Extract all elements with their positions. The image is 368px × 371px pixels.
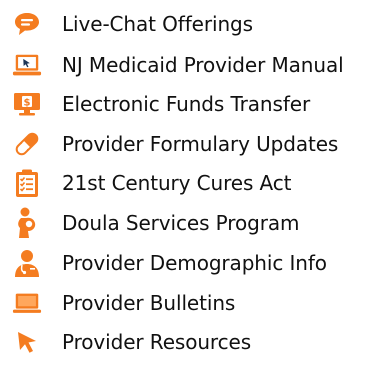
link-electronic-funds-transfer[interactable]: $ Electronic Funds Transfer [0, 84, 368, 124]
link-label: Provider Demographic Info [62, 251, 327, 275]
link-21st-century-cures-act[interactable]: 21st Century Cures Act [0, 163, 368, 203]
link-label: NJ Medicaid Provider Manual [62, 53, 344, 77]
mother-baby-icon [12, 207, 42, 238]
link-doula-services-program[interactable]: Doula Services Program [0, 203, 368, 243]
link-nj-medicaid-provider-manual[interactable]: NJ Medicaid Provider Manual [0, 45, 368, 85]
link-provider-bulletins[interactable]: Provider Bulletins [0, 283, 368, 323]
pill-capsule-icon [12, 129, 42, 159]
link-provider-formulary-updates[interactable]: Provider Formulary Updates [0, 124, 368, 164]
monitor-dollar-icon: $ [12, 89, 42, 119]
link-label: Doula Services Program [62, 211, 300, 235]
laptop-cursor-icon [12, 50, 42, 80]
link-label: Provider Bulletins [62, 291, 236, 315]
link-label: Provider Resources [62, 330, 252, 354]
link-live-chat-offerings[interactable]: Live-Chat Offerings [0, 4, 368, 44]
laptop-icon [12, 288, 42, 318]
link-label: Electronic Funds Transfer [62, 92, 311, 116]
link-label: 21st Century Cures Act [62, 171, 292, 195]
chat-bubble-icon [12, 9, 42, 39]
cursor-arrow-icon [12, 327, 42, 357]
link-provider-resources[interactable]: Provider Resources [0, 322, 368, 362]
link-provider-demographic-info[interactable]: Provider Demographic Info [0, 243, 368, 283]
clipboard-checklist-icon [12, 168, 42, 198]
link-label: Live-Chat Offerings [62, 12, 253, 36]
link-label: Provider Formulary Updates [62, 132, 339, 156]
svg-text:$: $ [24, 98, 31, 109]
doctor-person-icon [12, 248, 42, 278]
